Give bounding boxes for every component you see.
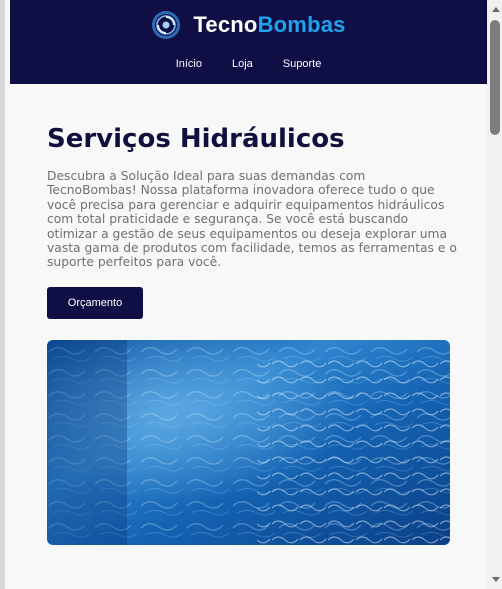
water-hero-image — [47, 340, 450, 545]
brand-name: TecnoBombas — [193, 12, 345, 38]
quote-button[interactable]: Orçamento — [47, 287, 143, 319]
vertical-scrollbar[interactable] — [487, 0, 502, 589]
scrollbar-thumb[interactable] — [490, 20, 500, 135]
scroll-up-arrow-icon[interactable] — [492, 7, 500, 12]
page-title: Serviços Hidráulicos — [47, 124, 345, 154]
nav-link-loja[interactable]: Loja — [217, 56, 268, 74]
main-content: Serviços Hidráulicos Descubra a Solução … — [10, 84, 487, 589]
main-nav: Início Loja Suporte — [10, 56, 487, 74]
nav-link-suporte[interactable]: Suporte — [268, 56, 337, 74]
brand-name-part2: Bombas — [257, 12, 346, 37]
water-image — [47, 340, 450, 545]
browser-window: TecnoBombas Início Loja Suporte Serviços… — [0, 0, 502, 589]
brand-name-part1: Tecno — [193, 12, 258, 37]
brand[interactable]: TecnoBombas — [10, 10, 487, 40]
pump-logo-icon — [152, 11, 181, 39]
nav-link-inicio[interactable]: Início — [161, 56, 217, 74]
scroll-down-arrow-icon[interactable] — [492, 577, 500, 582]
description-text: Descubra a Solução Ideal para suas deman… — [47, 169, 457, 270]
site-header: TecnoBombas Início Loja Suporte — [10, 0, 487, 84]
